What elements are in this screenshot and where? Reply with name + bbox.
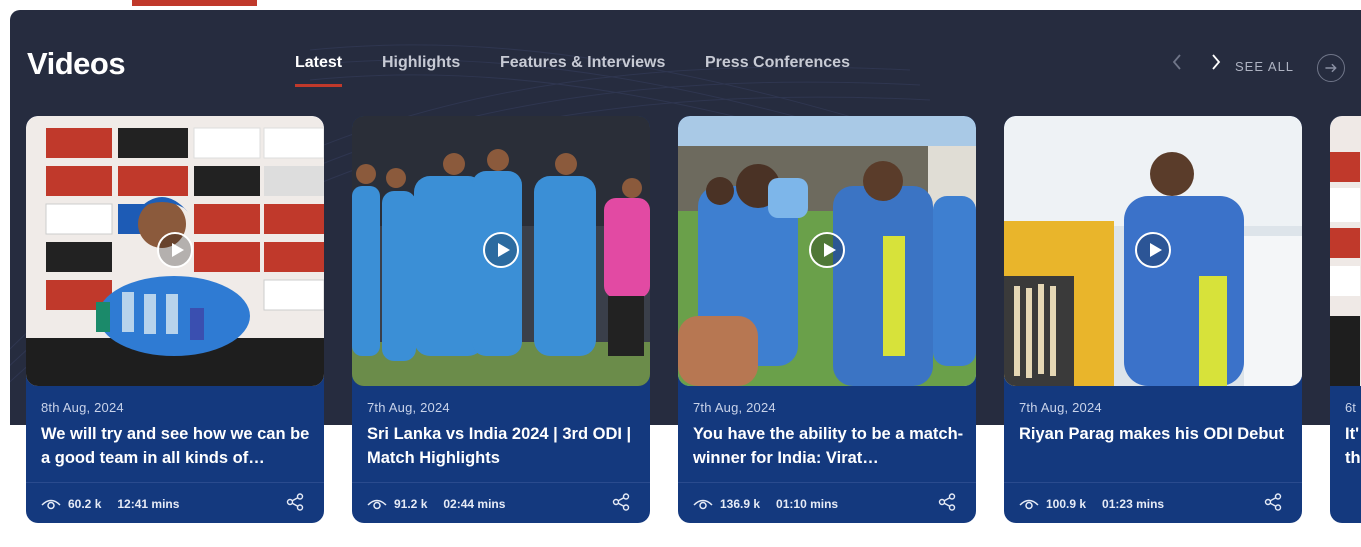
video-duration: 12:41 mins	[117, 497, 180, 511]
tab-highlights[interactable]: Highlights	[382, 54, 460, 72]
video-duration: 01:23 mins	[1102, 497, 1165, 511]
video-title[interactable]: We will try and see how we can be a good…	[41, 422, 313, 470]
video-title[interactable]: You have the ability to be a match-winne…	[693, 422, 965, 470]
view-count: 91.2 k	[394, 497, 428, 511]
see-all-link[interactable]: SEE ALL	[1235, 59, 1294, 74]
eye-icon	[367, 499, 387, 510]
video-card[interactable]: 7th Aug, 2024 Riyan Parag makes his ODI …	[1004, 116, 1302, 523]
view-count: 100.9 k	[1046, 497, 1087, 511]
active-tab-indicator	[295, 84, 342, 87]
video-date: 7th Aug, 2024	[693, 400, 776, 415]
video-card[interactable]: 7th Aug, 2024 You have the ability to be…	[678, 116, 976, 523]
eye-icon	[41, 499, 61, 510]
chevron-right-icon[interactable]	[1209, 52, 1223, 72]
video-date: 7th Aug, 2024	[1019, 400, 1102, 415]
share-icon[interactable]	[612, 493, 630, 511]
video-card[interactable]: 8th Aug, 2024 We will try and see how we…	[26, 116, 324, 523]
share-icon[interactable]	[286, 493, 304, 511]
tab-features-interviews[interactable]: Features & Interviews	[500, 54, 665, 72]
arrow-right-circle-icon[interactable]	[1317, 54, 1345, 82]
play-icon[interactable]	[809, 232, 845, 268]
tab-press-conferences[interactable]: Press Conferences	[705, 54, 850, 72]
video-duration: 01:10 mins	[776, 497, 839, 511]
card-divider	[352, 482, 650, 483]
video-date: 7th Aug, 2024	[367, 400, 450, 415]
video-card[interactable]: 7th Aug, 2024 Sri Lanka vs India 2024 | …	[352, 116, 650, 523]
card-divider	[26, 482, 324, 483]
card-divider	[1004, 482, 1302, 483]
tab-latest[interactable]: Latest	[295, 54, 342, 72]
video-meta: 136.9 k 01:10 mins	[693, 495, 838, 513]
video-duration: 02:44 mins	[443, 497, 506, 511]
eye-icon	[1019, 499, 1039, 510]
video-title[interactable]: Sri Lanka vs India 2024 | 3rd ODI | Matc…	[367, 422, 639, 470]
share-icon[interactable]	[938, 493, 956, 511]
video-date: 6t	[1345, 400, 1356, 415]
video-meta: 60.2 k 12:41 mins	[41, 495, 179, 513]
section-title: Videos	[27, 46, 126, 81]
video-title[interactable]: Riyan Parag makes his ODI Debut	[1019, 422, 1291, 446]
play-icon[interactable]	[157, 232, 193, 268]
video-title[interactable]: It' th	[1345, 422, 1361, 470]
chevron-left-icon[interactable]	[1170, 52, 1184, 72]
eye-icon	[693, 499, 713, 510]
view-count: 136.9 k	[720, 497, 761, 511]
video-meta: 91.2 k 02:44 mins	[367, 495, 505, 513]
play-icon[interactable]	[1135, 232, 1171, 268]
play-icon[interactable]	[483, 232, 519, 268]
video-card-partial[interactable]: 6t It' th	[1330, 116, 1361, 523]
share-icon[interactable]	[1264, 493, 1282, 511]
video-date: 8th Aug, 2024	[41, 400, 124, 415]
card-divider	[678, 482, 976, 483]
view-count: 60.2 k	[68, 497, 102, 511]
video-thumbnail	[1330, 116, 1361, 386]
video-meta: 100.9 k 01:23 mins	[1019, 495, 1164, 513]
top-accent-bar	[132, 0, 257, 6]
